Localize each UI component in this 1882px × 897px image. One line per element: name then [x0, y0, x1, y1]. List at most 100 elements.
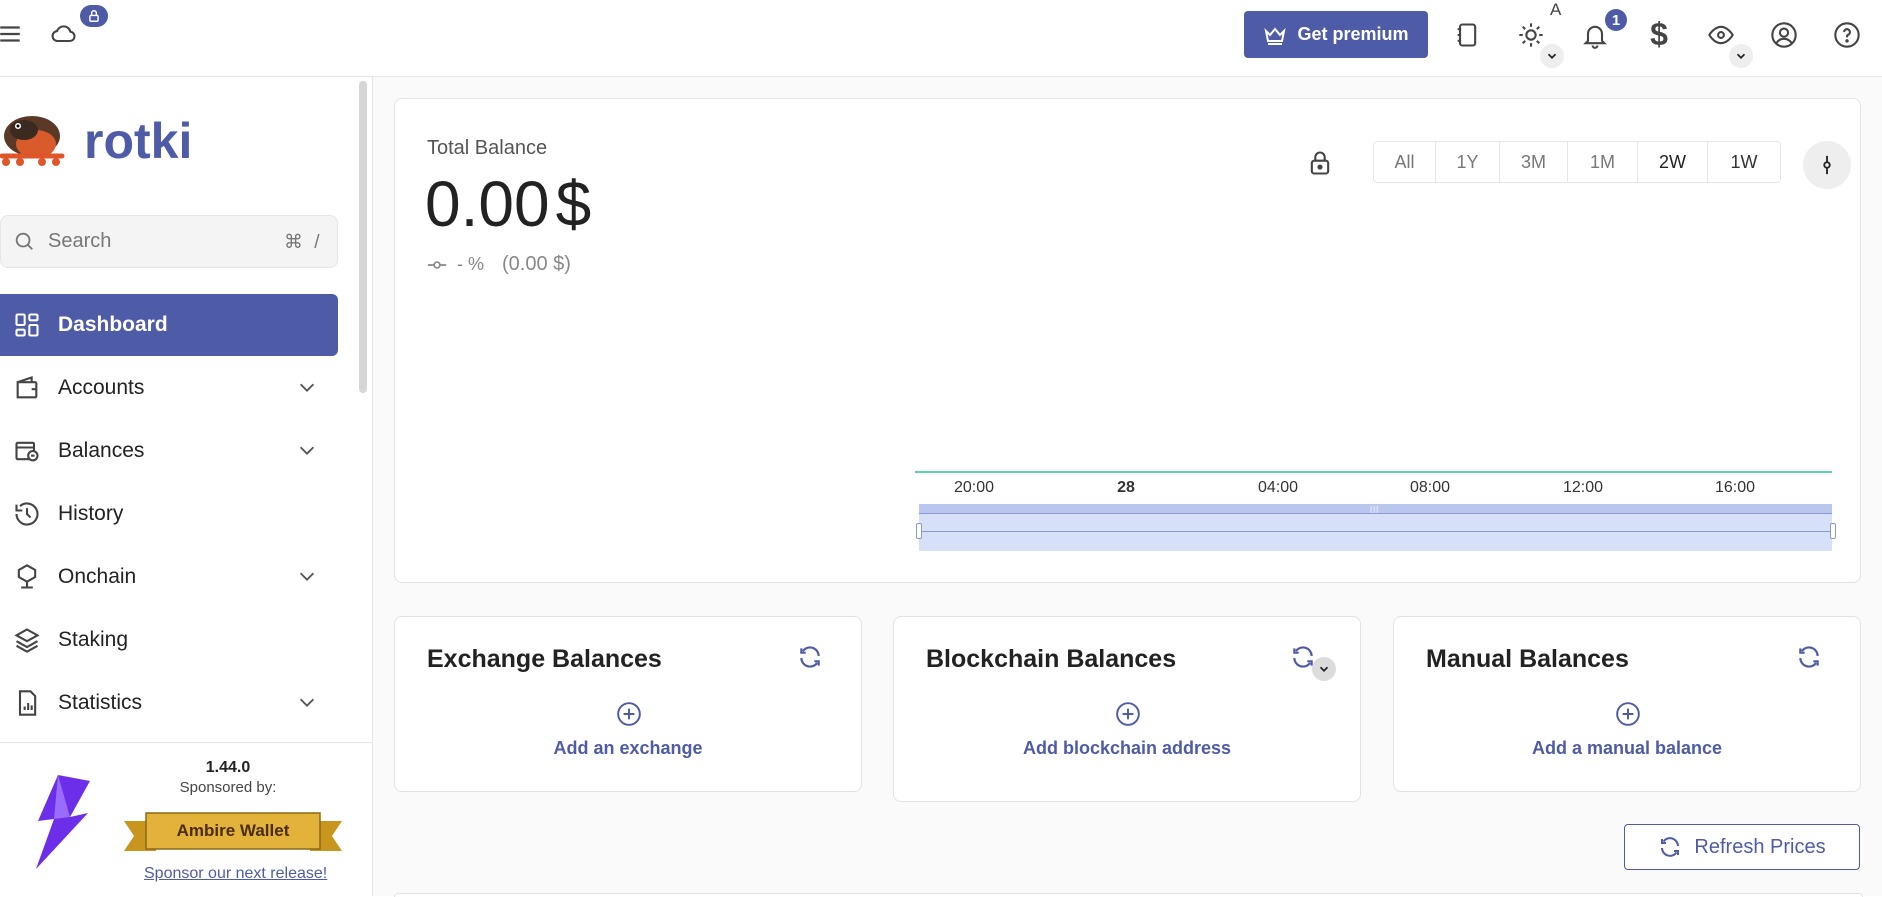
x-axis-tick: 16:00: [1714, 479, 1756, 496]
card-action-link[interactable]: Add a manual balance: [1394, 738, 1860, 759]
account-user-icon[interactable]: [1764, 15, 1804, 55]
total-balance-card: Total Balance 0.00 $ - % (0.00 $) All 1Y 3…: [394, 98, 1861, 583]
change-value: (0.00 $): [502, 253, 571, 275]
menu-icon[interactable]: [0, 14, 30, 54]
change-percent: - %: [457, 254, 484, 274]
notification-count-badge: 1: [1605, 9, 1627, 31]
commit-graph-icon: [1823, 155, 1831, 175]
sponsor-name: Ambire Wallet: [176, 821, 290, 840]
help-icon[interactable]: [1827, 15, 1867, 55]
get-premium-button[interactable]: Get premium: [1244, 11, 1428, 58]
chevron-down-icon[interactable]: [296, 691, 318, 713]
balance-change: - % (0.00 $): [427, 253, 571, 276]
top-bar: Get premium A 1 $: [0, 0, 1882, 77]
add-circle-icon[interactable]: [1615, 701, 1641, 727]
sidebar-scrollbar[interactable]: [359, 81, 367, 393]
chevron-down-icon[interactable]: [296, 565, 318, 587]
dashboard-icon: [12, 310, 42, 340]
rotki-logo: [0, 104, 68, 176]
refresh-icon: [1658, 835, 1682, 859]
notes-icon[interactable]: [1447, 15, 1487, 55]
range-left-handle[interactable]: [916, 523, 922, 539]
change-neutral-icon: [427, 258, 447, 272]
sidebar-item-label: Statistics: [58, 691, 143, 714]
range-1m[interactable]: 1M: [1568, 142, 1638, 182]
sponsored-by-label: Sponsored by:: [179, 779, 277, 796]
sidebar-item-dashboard[interactable]: Dashboard: [0, 294, 338, 356]
range-selector-baseline: [919, 531, 1832, 532]
currency-dollar-icon[interactable]: $: [1639, 14, 1679, 54]
refresh-prices-button[interactable]: Refresh Prices: [1624, 824, 1860, 870]
x-axis-tick: 08:00: [1409, 479, 1451, 496]
lock-badge: [80, 5, 108, 27]
get-premium-label: Get premium: [1297, 24, 1409, 44]
x-axis-tick: 04:00: [1257, 479, 1299, 496]
refresh-dropdown-icon[interactable]: [1312, 657, 1336, 681]
sidebar-item-label: Dashboard: [58, 313, 168, 336]
balances-icon: [12, 436, 42, 466]
card-title: Exchange Balances: [427, 645, 662, 673]
x-axis-tick: 28: [1117, 479, 1135, 496]
sidebar-item-staking[interactable]: Staking: [0, 609, 338, 671]
sidebar-item-balances[interactable]: Balances: [0, 420, 338, 482]
timeframe-selector: All 1Y 3M 1M 2W 1W: [1373, 141, 1781, 183]
chart-settings-button[interactable]: [1803, 141, 1851, 189]
sidebar-item-label: Balances: [58, 439, 145, 462]
refresh-icon[interactable]: [1796, 644, 1826, 674]
exchange-balances-card: Exchange Balances Add an exchange: [394, 616, 862, 792]
add-circle-icon[interactable]: [1115, 701, 1141, 727]
card-action-link[interactable]: Add blockchain address: [894, 738, 1360, 759]
card-title: Manual Balances: [1426, 645, 1629, 673]
wallet-icon: [12, 373, 42, 403]
card-action-link[interactable]: Add an exchange: [395, 738, 861, 759]
next-card-edge: [394, 893, 1863, 897]
range-selector-window[interactable]: [919, 513, 1832, 551]
add-circle-icon[interactable]: [616, 701, 642, 727]
theme-dropdown-icon[interactable]: [1540, 44, 1564, 68]
sponsor-link[interactable]: Sponsor our next release!: [144, 865, 327, 883]
chevron-down-icon[interactable]: [296, 376, 318, 398]
privacy-dropdown-icon[interactable]: [1729, 44, 1753, 68]
theme-auto-label: A: [1550, 0, 1562, 19]
search-icon: [13, 230, 35, 252]
sponsor-panel: 1.44.0 Sponsored by: Ambire Wallet Spons…: [0, 742, 372, 897]
range-all[interactable]: All: [1374, 142, 1436, 182]
sidebar-item-label: History: [58, 502, 124, 525]
x-axis-tick: 12:00: [1562, 479, 1604, 496]
total-balance-value: 0.00 $: [425, 167, 591, 241]
search-shortcut: ⌘ /: [284, 232, 323, 253]
statistics-icon: [12, 688, 42, 718]
x-axis-tick: 20:00: [953, 479, 995, 496]
onchain-icon: [12, 562, 42, 592]
cloud-sync-icon[interactable]: [44, 14, 84, 54]
refresh-icon[interactable]: [797, 644, 827, 674]
range-3m[interactable]: 3M: [1500, 142, 1568, 182]
range-1w[interactable]: 1W: [1708, 142, 1780, 182]
search-input[interactable]: Search ⌘ /: [0, 215, 338, 268]
chevron-down-icon[interactable]: [296, 439, 318, 461]
total-balance-currency: $: [555, 168, 592, 240]
history-icon: [12, 499, 42, 529]
sidebar-item-onchain[interactable]: Onchain: [0, 546, 338, 608]
crown-icon: [1263, 23, 1287, 47]
refresh-prices-label: Refresh Prices: [1694, 835, 1826, 858]
search-placeholder: Search: [48, 230, 112, 252]
brand-name: rotki: [84, 113, 193, 169]
chart-line: [915, 471, 1832, 473]
total-balance-label: Total Balance: [427, 137, 548, 159]
sidebar-item-accounts[interactable]: Accounts: [0, 357, 338, 419]
manual-balances-card: Manual Balances Add a manual balance: [1393, 616, 1861, 792]
sidebar-item-label: Onchain: [58, 565, 137, 588]
sidebar-item-label: Accounts: [58, 376, 145, 399]
sidebar-item-history[interactable]: History: [0, 483, 338, 545]
range-right-handle[interactable]: [1830, 523, 1836, 539]
app-version: 1.44.0: [205, 759, 251, 776]
chart-lock-icon[interactable]: [1306, 149, 1334, 177]
sponsor-info: 1.44.0 Sponsored by:: [0, 759, 372, 796]
card-title: Blockchain Balances: [926, 645, 1177, 673]
range-1y[interactable]: 1Y: [1436, 142, 1500, 182]
range-2w[interactable]: 2W: [1638, 142, 1708, 182]
total-balance-amount: 0.00: [425, 168, 550, 240]
sidebar-item-statistics[interactable]: Statistics: [0, 672, 338, 734]
layers-icon: [12, 625, 42, 655]
